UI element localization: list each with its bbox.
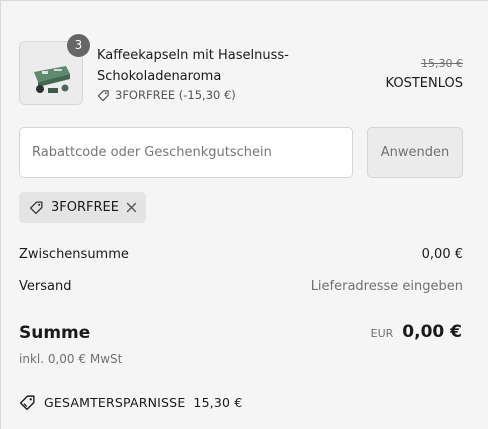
- tag-icon: [29, 200, 44, 215]
- subtotal-row: Zwischensumme 0,00 €: [19, 247, 463, 262]
- shipping-label: Versand: [19, 279, 72, 294]
- line-item: 3 Kaffeekapseln mit Haselnuss-Schokolade…: [19, 34, 463, 107]
- total-amount: EUR 0,00 €: [371, 322, 462, 342]
- total-currency: EUR: [370, 327, 394, 340]
- total-savings: GESAMTERSPARNISSE 15,30 €: [19, 394, 243, 411]
- order-summary-panel: 3 Kaffeekapseln mit Haselnuss-Schokolade…: [0, 0, 488, 429]
- applied-discount-code: 3FORFREE: [51, 200, 119, 215]
- savings-label: GESAMTERSPARNISSE: [44, 395, 186, 410]
- quantity-badge: 3: [67, 34, 90, 57]
- remove-discount-icon[interactable]: [126, 202, 137, 213]
- subtotal-value: 0,00 €: [421, 247, 463, 262]
- total-value: 0,00 €: [402, 322, 462, 342]
- shipping-row: Versand Lieferadresse eingeben: [19, 279, 463, 294]
- tag-icon: [97, 89, 110, 102]
- original-price: 15,30 €: [421, 57, 463, 70]
- discount-code-input[interactable]: [19, 127, 353, 178]
- product-thumbnail: 3: [19, 34, 90, 105]
- product-discount-text: 3FORFREE (-15,30 €): [115, 88, 236, 102]
- shipping-value: Lieferadresse eingeben: [310, 279, 463, 294]
- tax-note: inkl. 0,00 € MwSt: [19, 352, 123, 366]
- savings-tag-icon: [19, 394, 36, 411]
- savings-value: 15,30 €: [193, 395, 243, 410]
- total-label: Summe: [19, 323, 91, 343]
- current-price: KOSTENLOS: [385, 76, 463, 91]
- apply-discount-button[interactable]: Anwenden: [367, 127, 463, 178]
- product-discount: 3FORFREE (-15,30 €): [97, 88, 236, 102]
- subtotal-label: Zwischensumme: [19, 247, 129, 262]
- product-name: Kaffeekapseln mit Haselnuss-Schokoladena…: [97, 48, 289, 84]
- applied-discount-chip: 3FORFREE: [19, 192, 146, 223]
